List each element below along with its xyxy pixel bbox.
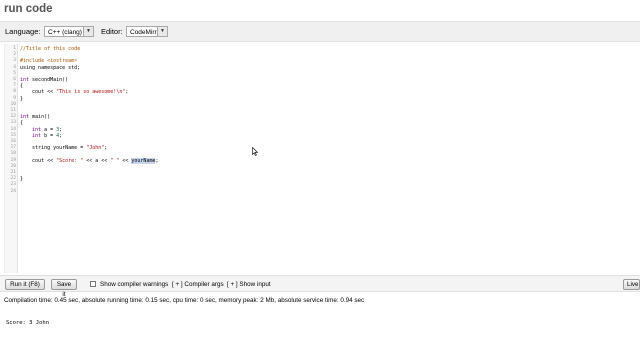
code-token: } xyxy=(20,95,24,102)
code-token: using namespace std; xyxy=(20,64,81,71)
page-title: run code xyxy=(4,3,53,15)
line-number: 8 xyxy=(13,89,16,95)
line-number: 5 xyxy=(13,70,16,76)
toolbar: Language: C++ (clang) ▼ Editor: CodeMirr… xyxy=(0,21,640,42)
line-number: 23 xyxy=(10,182,16,188)
editor-select[interactable]: CodeMirror ▼ xyxy=(126,26,168,37)
code-token: yourName xyxy=(131,157,156,164)
code-text: #include <iostream> xyxy=(20,58,77,64)
code-text: { xyxy=(20,83,23,89)
code-token: cout << xyxy=(20,157,57,164)
code-text: } xyxy=(20,176,23,182)
code-token: string yourName = xyxy=(20,145,87,152)
code-token: ; xyxy=(104,145,108,152)
code-text: using namespace std; xyxy=(20,65,80,71)
chevron-down-icon: ▼ xyxy=(157,27,167,36)
line-number: 13 xyxy=(10,120,16,126)
code-token: //Title of this code xyxy=(20,46,81,52)
code-token: { xyxy=(20,83,24,90)
line-number: 15 xyxy=(10,132,16,138)
program-output: Score: 3 John xyxy=(6,320,50,326)
code-text: int b = 4; xyxy=(20,133,62,139)
code-token: ; xyxy=(59,126,63,133)
code-text: int main() xyxy=(20,114,50,120)
code-token: secondMain() xyxy=(29,77,69,83)
code-token: "This is so awesome!\n" xyxy=(56,89,126,96)
line-number: 3 xyxy=(13,58,16,64)
code-token: a = xyxy=(41,126,57,133)
compiler-args-toggle[interactable]: [ + ] Compiler args xyxy=(172,281,224,288)
line-number: 9 xyxy=(13,95,16,101)
code-text: int secondMain() xyxy=(20,77,68,83)
show-warnings-checkbox[interactable] xyxy=(90,281,96,287)
code-token: } xyxy=(20,176,24,183)
code-token: ; xyxy=(125,89,129,96)
language-label: Language: xyxy=(5,27,41,36)
code-token: b = xyxy=(41,132,57,139)
line-number: 24 xyxy=(10,188,16,194)
code-token: "Score: " xyxy=(56,157,84,164)
code-text: //Title of this code xyxy=(20,46,80,52)
live-button[interactable]: Live xyxy=(623,279,640,290)
code-text: cout << "This is so awesome!\n"; xyxy=(20,89,128,95)
editor-label: Editor: xyxy=(101,27,123,36)
execution-stats: Compilation time: 0.45 sec, absolute run… xyxy=(4,297,365,304)
run-button[interactable]: Run it (F8) xyxy=(5,279,45,290)
show-input-toggle[interactable]: [ + ] Show input xyxy=(227,281,271,288)
code-token: " " xyxy=(110,157,120,164)
code-text: { xyxy=(20,120,23,126)
language-select[interactable]: C++ (clang) ▼ xyxy=(44,26,94,37)
code-editor[interactable]: 1//Title of this code 2 3 #include <iostrea… xyxy=(4,44,640,273)
save-button[interactable]: Save it xyxy=(51,279,77,298)
code-token: main() xyxy=(29,114,51,121)
line-number: 4 xyxy=(13,64,16,70)
code-token: ; xyxy=(59,132,63,139)
code-token: { xyxy=(20,120,24,127)
action-bar: Run it (F8) Save it Show compiler warnin… xyxy=(0,275,640,298)
code-text: cout << "Score: " << a << " " << yourNam… xyxy=(20,157,159,164)
code-text: string yourName = "John"; xyxy=(20,145,107,151)
line-number: 20 xyxy=(10,163,16,169)
line-number: 18 xyxy=(10,151,16,157)
line-number: 10 xyxy=(10,101,16,107)
show-warnings-label: Show compiler warnings xyxy=(100,281,169,288)
code-text: int a = 3; xyxy=(20,127,62,133)
line-number: 14 xyxy=(10,126,16,132)
code-token: #include <iostream> xyxy=(20,58,78,65)
code-token: int xyxy=(20,126,42,133)
language-select-value: C++ (clang) xyxy=(48,29,82,36)
code-token: int xyxy=(20,77,30,83)
chevron-down-icon: ▼ xyxy=(83,27,93,36)
code-token: "John" xyxy=(86,145,105,152)
code-token: int xyxy=(20,132,42,139)
code-text: } xyxy=(20,96,23,102)
code-token: int xyxy=(20,114,30,121)
code-token: cout << xyxy=(20,89,57,96)
line-number: 19 xyxy=(10,157,16,163)
mouse-pointer-icon xyxy=(252,147,258,156)
code-token: << xyxy=(119,157,132,164)
code-token: ; xyxy=(155,157,159,164)
code-token: << a << xyxy=(83,157,111,164)
